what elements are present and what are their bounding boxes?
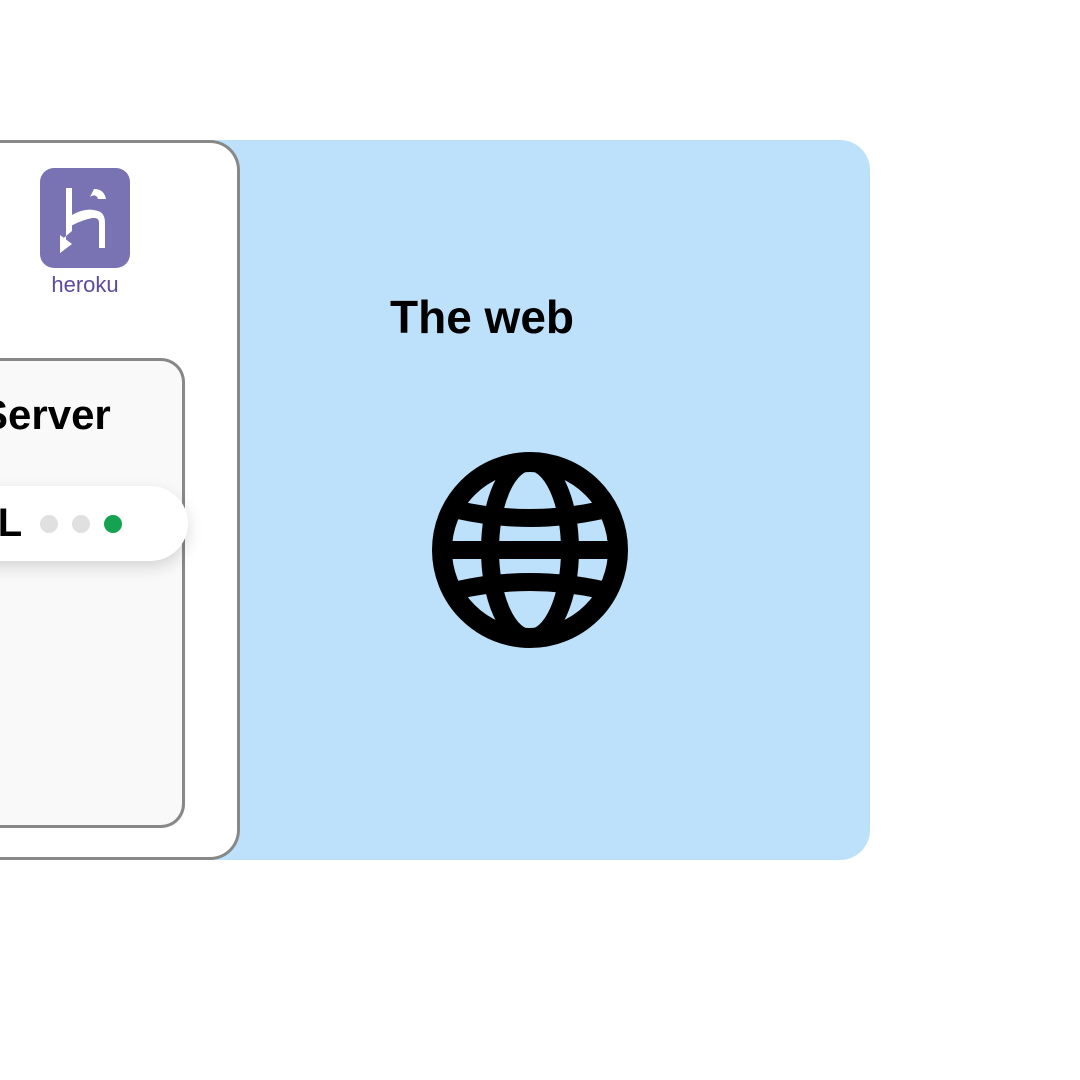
server-card: Server URL — [0, 358, 185, 828]
status-dot-inactive — [72, 515, 90, 533]
server-label: Server — [0, 391, 111, 439]
server-panel: heroku Server URL — [0, 140, 240, 860]
url-pill: URL — [0, 486, 188, 561]
heroku-logo: heroku — [30, 168, 140, 298]
status-dot-inactive — [40, 515, 58, 533]
globe-icon — [430, 450, 630, 650]
url-label: URL — [0, 501, 22, 546]
status-dot-active — [104, 515, 122, 533]
status-dots — [40, 515, 122, 533]
heroku-logo-icon — [40, 168, 130, 268]
heroku-text: heroku — [30, 272, 140, 298]
web-title: The web — [390, 290, 574, 344]
